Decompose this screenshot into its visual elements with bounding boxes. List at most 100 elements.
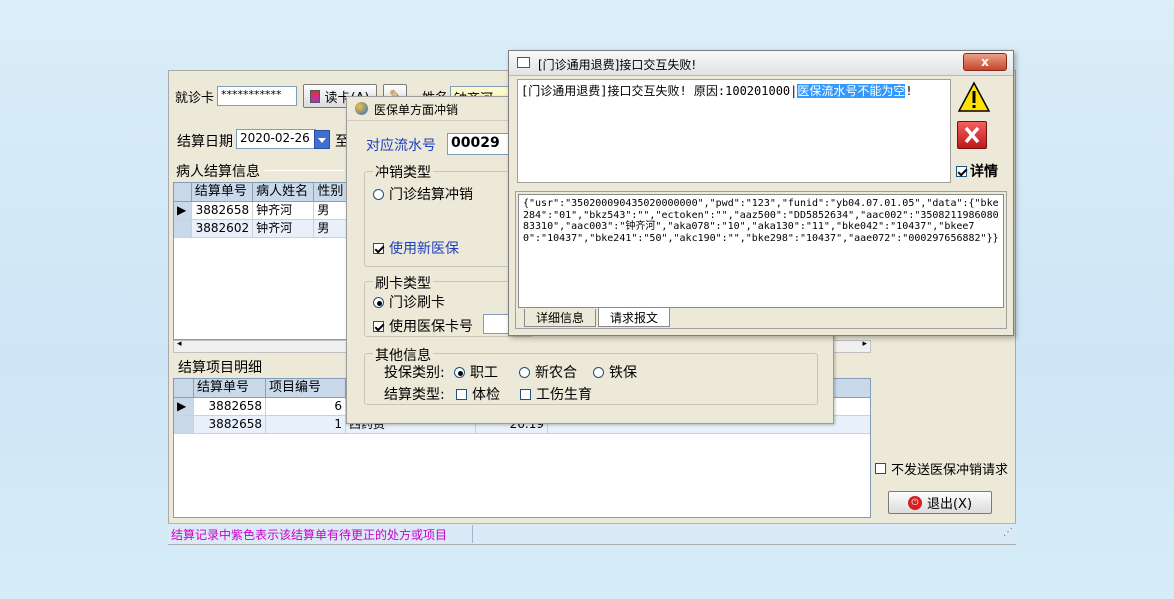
error-dialog: [门诊通用退费]接口交互失败! x [门诊通用退费]接口交互失败! 原因:100… <box>508 50 1014 336</box>
no-send-label: 不发送医保冲销请求 <box>891 463 1009 478</box>
outpatient-reversal-option[interactable]: 门诊结算冲销 <box>373 184 473 204</box>
date-dropdown-button[interactable] <box>314 130 330 149</box>
card-icon <box>310 89 321 103</box>
row-pointer-icon: ▶ <box>174 398 194 415</box>
col-header-item-no: 项目编号 <box>266 379 346 397</box>
detail-section-title: 结算项目明细 <box>178 360 262 376</box>
details-label: 详情 <box>970 164 998 180</box>
outpatient-card-option[interactable]: 门诊刷卡 <box>373 292 445 312</box>
close-icon: x <box>981 55 989 69</box>
insurance-type-option-ncms[interactable]: 新农合 <box>519 362 577 382</box>
patient-name-cell: 钟齐河 <box>253 220 315 237</box>
exit-button[interactable]: ⏻ 退出(X) <box>888 491 992 514</box>
reversal-type-title: 冲销类型 <box>373 162 433 182</box>
ncms-label: 新农合 <box>535 365 577 381</box>
injury-maternity-label: 工伤生育 <box>536 387 592 403</box>
use-insurance-card-label: 使用医保卡号 <box>389 319 473 335</box>
sex-cell: 男 <box>317 203 330 217</box>
details-checkbox[interactable] <box>956 165 967 177</box>
status-divider <box>472 525 473 543</box>
row-pointer-icon: ▶ <box>174 202 192 219</box>
col-header-settle-no: 结算单号 <box>194 379 266 397</box>
worker-radio[interactable] <box>454 366 465 378</box>
use-insurance-card-checkbox[interactable] <box>373 320 384 332</box>
resize-grip-icon[interactable]: ⋰ <box>1003 527 1013 538</box>
settle-type-option-checkup[interactable]: 体检 <box>456 384 500 404</box>
ncms-radio[interactable] <box>519 366 530 378</box>
insurance-type-option-railway[interactable]: 铁保 <box>593 362 637 382</box>
dialog-title-bar: [门诊通用退费]接口交互失败! x <box>509 51 1013 76</box>
use-new-insurance-label: 使用新医保 <box>389 241 459 257</box>
warning-icon <box>957 81 991 113</box>
detail-panel: {"usr":"350200090435020000000","pwd":"12… <box>515 191 1007 329</box>
outpatient-card-label: 门诊刷卡 <box>389 295 445 311</box>
close-button[interactable]: x <box>963 53 1007 71</box>
col-header-patient-name: 病人姓名 <box>253 183 315 201</box>
no-send-option[interactable]: 不发送医保冲销请求 <box>875 459 1008 478</box>
error-highlight: 医保流水号不能为空 <box>797 84 906 98</box>
table-header: 结算单号 病人姓名 性别 <box>174 183 347 202</box>
checkup-checkbox[interactable] <box>456 388 467 400</box>
error-message-suffix: ! <box>905 84 913 98</box>
app-logo-icon <box>355 102 368 115</box>
patient-section-title: 病人结算信息 <box>176 164 260 180</box>
table-row[interactable]: 3882602 钟齐河 男 <box>174 220 347 238</box>
outpatient-reversal-radio[interactable] <box>373 188 384 200</box>
settle-no-cell: 3882658 <box>194 416 266 433</box>
row-indicator <box>174 220 192 237</box>
error-message-text: [门诊通用退费]接口交互失败! 原因:100201000| <box>521 84 798 98</box>
worker-label: 职工 <box>470 365 498 381</box>
settle-type-option-injury[interactable]: 工伤生育 <box>520 384 592 404</box>
settle-no-cell: 3882602 <box>192 220 254 237</box>
tab-request-label: 请求报文 <box>609 310 658 325</box>
no-send-checkbox[interactable] <box>875 463 886 474</box>
details-option[interactable]: 详情 <box>956 161 998 181</box>
dialog-title: [门诊通用退费]接口交互失败! <box>538 58 697 72</box>
error-message-box[interactable]: [门诊通用退费]接口交互失败! 原因:100201000|医保流水号不能为空! <box>517 79 951 183</box>
tab-details[interactable]: 详细信息 <box>524 309 596 327</box>
settle-date-label: 结算日期 <box>177 134 233 150</box>
settle-no-cell: 3882658 <box>192 202 254 219</box>
outpatient-card-radio[interactable] <box>373 296 384 308</box>
settle-no-cell: 3882658 <box>194 398 266 415</box>
serial-label: 对应流水号 <box>366 138 436 154</box>
insurance-type-label: 投保类别: <box>384 365 445 381</box>
scroll-right-icon: ▸ <box>862 339 867 349</box>
card-number-input[interactable]: *********** <box>217 86 297 106</box>
exit-label: 退出(X) <box>926 497 973 512</box>
injury-maternity-checkbox[interactable] <box>520 388 531 400</box>
serial-number-input[interactable]: 00029 <box>447 133 517 155</box>
chevron-down-icon <box>318 138 326 143</box>
table-row[interactable]: ▶ 3882658 钟齐河 男 <box>174 202 347 220</box>
section-divider <box>265 170 345 171</box>
col-header-sex: 性别 <box>317 184 344 199</box>
sex-cell: 男 <box>317 221 330 235</box>
insurance-type-option-worker[interactable]: 职工 <box>454 362 498 382</box>
status-text: 结算记录中紫色表示该结算单有待更正的处方或项目 <box>171 528 448 542</box>
error-icon <box>957 121 987 149</box>
window-icon <box>517 57 530 68</box>
item-no-cell: 1 <box>266 416 346 433</box>
railway-label: 铁保 <box>609 365 637 381</box>
item-no-cell: 6 <box>266 398 346 415</box>
settle-date-input[interactable]: 2020-02-26 <box>236 129 316 149</box>
outpatient-reversal-label: 门诊结算冲销 <box>389 187 473 203</box>
checkup-label: 体检 <box>472 387 500 403</box>
row-indicator <box>174 416 194 433</box>
status-bar: 结算记录中紫色表示该结算单有待更正的处方或项目 ⋰ <box>168 523 1016 544</box>
railway-radio[interactable] <box>593 366 604 378</box>
patient-table: 结算单号 病人姓名 性别 ▶ 3882658 钟齐河 男 3882602 钟齐河… <box>173 182 348 340</box>
patient-name-cell: 钟齐河 <box>253 202 315 219</box>
use-new-insurance-option[interactable]: 使用新医保 <box>373 238 459 258</box>
tab-details-label: 详细信息 <box>535 311 584 325</box>
tab-request[interactable]: 请求报文 <box>598 308 670 327</box>
use-new-insurance-checkbox[interactable] <box>373 242 384 254</box>
dialog-title: 医保单方面冲销 <box>374 103 459 117</box>
request-payload-text[interactable]: {"usr":"350200090435020000000","pwd":"12… <box>518 194 1004 308</box>
card-label: 就诊卡 <box>175 91 215 106</box>
power-icon: ⏻ <box>907 495 922 510</box>
card-type-title: 刷卡类型 <box>373 273 433 293</box>
scroll-left-icon: ◂ <box>177 339 182 349</box>
use-insurance-card-option[interactable]: 使用医保卡号 <box>373 316 473 336</box>
header-indicator <box>174 379 194 397</box>
